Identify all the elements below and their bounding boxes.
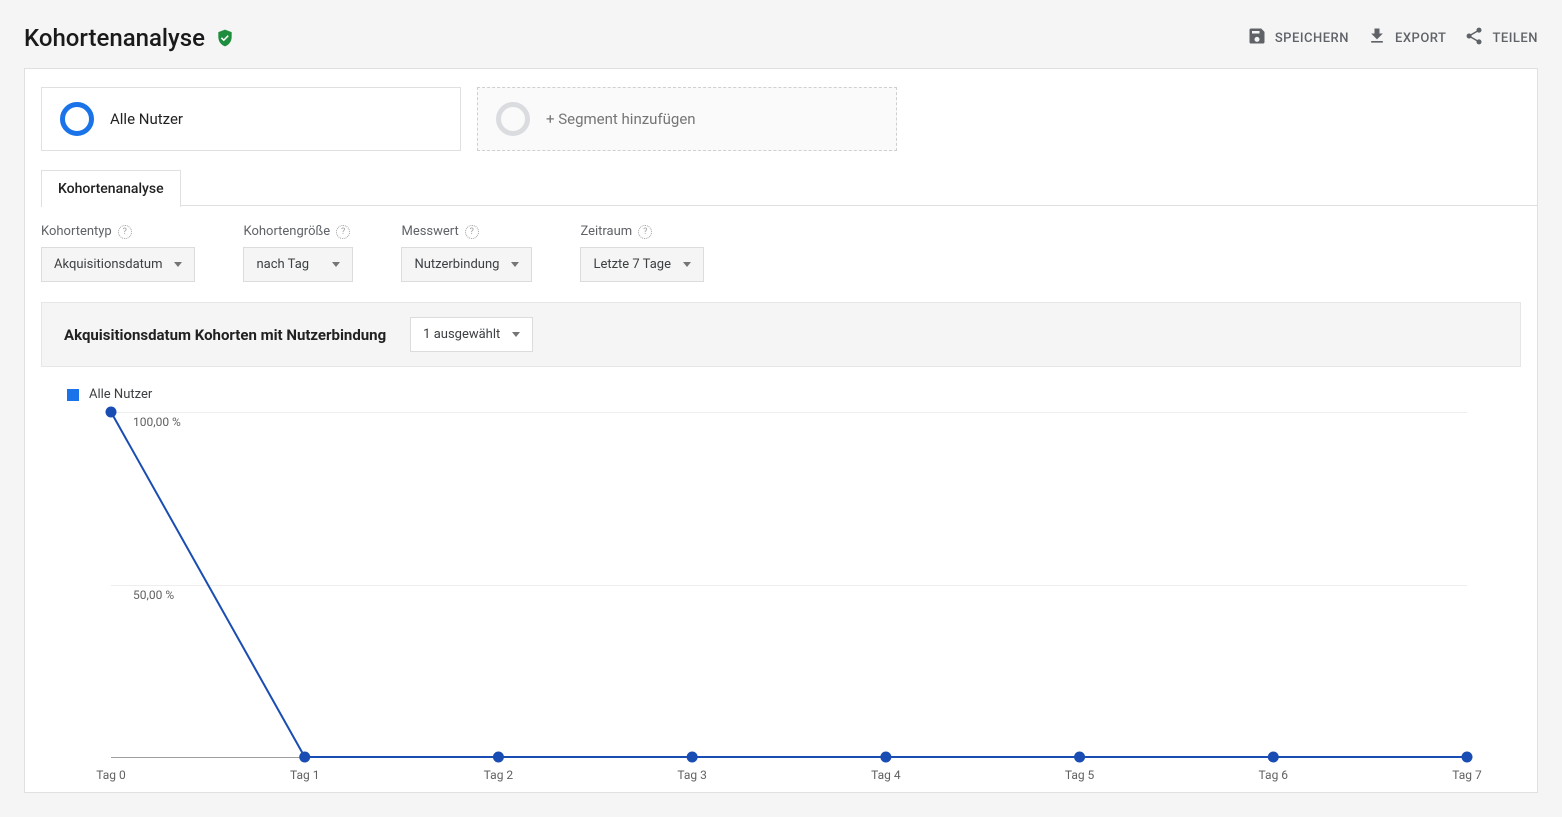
chevron-down-icon: [512, 332, 520, 337]
tab-cohort-analysis[interactable]: Kohortenanalyse: [41, 170, 181, 207]
cohort-size-label: Kohortengröße: [243, 224, 330, 239]
chart-x-label: Tag 3: [677, 768, 706, 782]
chart-data-point[interactable]: [1268, 752, 1279, 763]
chevron-down-icon: [511, 262, 519, 267]
export-icon: [1367, 26, 1387, 50]
share-button[interactable]: TEILEN: [1464, 26, 1538, 50]
help-icon[interactable]: ?: [336, 225, 350, 239]
chart-x-label: Tag 6: [1259, 768, 1288, 782]
help-icon[interactable]: ?: [118, 225, 132, 239]
chevron-down-icon: [174, 262, 182, 267]
legend-swatch-icon: [67, 389, 79, 401]
segment-primary-label: Alle Nutzer: [110, 110, 183, 128]
chevron-down-icon: [332, 262, 340, 267]
segment-ring-placeholder-icon: [496, 102, 530, 136]
line-chart: 100,00 %50,00 % Tag 0Tag 1Tag 2Tag 3Tag …: [57, 412, 1505, 792]
cohort-size-dropdown[interactable]: nach Tag: [243, 247, 353, 282]
chart-data-point[interactable]: [493, 752, 504, 763]
segment-ring-icon: [60, 102, 94, 136]
export-label: EXPORT: [1395, 31, 1446, 46]
page-title: Kohortenanalyse: [24, 24, 205, 52]
legend-label: Alle Nutzer: [89, 387, 152, 402]
chart-data-point[interactable]: [299, 752, 310, 763]
cohort-size-value: nach Tag: [256, 257, 309, 272]
chart-x-label: Tag 1: [290, 768, 319, 782]
help-icon[interactable]: ?: [638, 225, 652, 239]
chart-data-point[interactable]: [687, 752, 698, 763]
share-label: TEILEN: [1492, 31, 1538, 46]
help-icon[interactable]: ?: [465, 225, 479, 239]
chevron-down-icon: [683, 262, 691, 267]
chart-series-line: [111, 412, 1467, 757]
chart-x-label: Tag 0: [96, 768, 125, 782]
cohort-type-dropdown[interactable]: Akquisitionsdatum: [41, 247, 195, 282]
verified-shield-icon: [215, 27, 235, 49]
chart-x-label: Tag 4: [871, 768, 900, 782]
share-icon: [1464, 26, 1484, 50]
series-selector-dropdown[interactable]: 1 ausgewählt: [410, 317, 533, 352]
cohort-type-value: Akquisitionsdatum: [54, 257, 162, 272]
chart-data-point[interactable]: [1462, 752, 1473, 763]
cohort-type-label: Kohortentyp: [41, 224, 112, 239]
save-button[interactable]: SPEICHERN: [1247, 26, 1349, 50]
content-panel: Alle Nutzer + Segment hinzufügen Kohorte…: [24, 68, 1538, 793]
chart-x-label: Tag 2: [484, 768, 513, 782]
segment-primary[interactable]: Alle Nutzer: [41, 87, 461, 151]
add-segment-label: + Segment hinzufügen: [546, 110, 696, 128]
metric-dropdown[interactable]: Nutzerbindung: [401, 247, 532, 282]
metric-value: Nutzerbindung: [414, 257, 499, 272]
range-dropdown[interactable]: Letzte 7 Tage: [580, 247, 704, 282]
series-selector-label: 1 ausgewählt: [423, 327, 500, 342]
tab-underline: [181, 205, 1537, 206]
chart-x-label: Tag 5: [1065, 768, 1094, 782]
chart-x-label: Tag 7: [1452, 768, 1481, 782]
chart-data-point[interactable]: [880, 752, 891, 763]
chart-data-point[interactable]: [106, 407, 117, 418]
chart-title: Akquisitionsdatum Kohorten mit Nutzerbin…: [64, 326, 386, 344]
add-segment-button[interactable]: + Segment hinzufügen: [477, 87, 897, 151]
metric-label: Messwert: [401, 224, 458, 239]
export-button[interactable]: EXPORT: [1367, 26, 1446, 50]
save-label: SPEICHERN: [1275, 31, 1349, 46]
save-icon: [1247, 26, 1267, 50]
range-value: Letzte 7 Tage: [593, 257, 671, 272]
chart-data-point[interactable]: [1074, 752, 1085, 763]
range-label: Zeitraum: [580, 224, 632, 239]
